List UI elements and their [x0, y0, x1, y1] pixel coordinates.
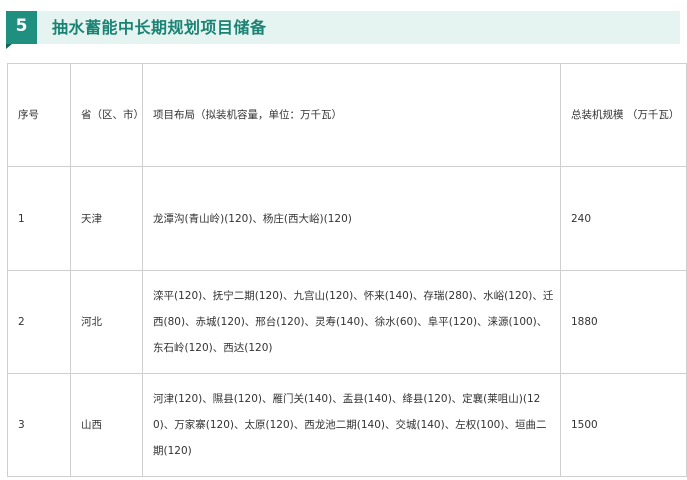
section-number-badge: 5 [6, 11, 37, 49]
cell-province: 河北 [70, 270, 143, 374]
table-row: 3 山西 河津(120)、隰县(120)、雁门关(140)、盂县(140)、绛县… [7, 373, 687, 477]
table-row: 2 河北 滦平(120)、抚宁二期(120)、九宫山(120)、怀来(140)、… [7, 270, 687, 374]
cell-layout: 滦平(120)、抚宁二期(120)、九宫山(120)、怀来(140)、存瑞(28… [142, 270, 561, 374]
cell-province: 天津 [70, 166, 143, 271]
header-seq: 序号 [7, 63, 71, 167]
section-header: 5 抽水蓄能中长期规划项目储备 [6, 11, 680, 49]
cell-layout: 河津(120)、隰县(120)、雁门关(140)、盂县(140)、绛县(120)… [142, 373, 561, 477]
cell-province: 山西 [70, 373, 143, 477]
table-row: 1 天津 龙潭沟(青山岭)(120)、杨庄(西大峪)(120) 240 [7, 166, 687, 271]
cell-layout: 龙潭沟(青山岭)(120)、杨庄(西大峪)(120) [142, 166, 561, 271]
table-header-row: 序号 省（区、市） 项目布局（拟装机容量，单位：万千瓦） 总装机规模 （万千瓦） [7, 63, 687, 167]
project-table: 序号 省（区、市） 项目布局（拟装机容量，单位：万千瓦） 总装机规模 （万千瓦）… [7, 63, 687, 477]
header-layout: 项目布局（拟装机容量，单位：万千瓦） [142, 63, 561, 167]
header-total: 总装机规模 （万千瓦） [560, 63, 687, 167]
cell-total: 240 [560, 166, 687, 271]
section-title: 抽水蓄能中长期规划项目储备 [52, 18, 267, 37]
cell-total: 1500 [560, 373, 687, 477]
cell-total: 1880 [560, 270, 687, 374]
header-province: 省（区、市） [70, 63, 144, 167]
cell-seq: 1 [7, 166, 71, 271]
cell-seq: 2 [7, 270, 71, 374]
cell-seq: 3 [7, 373, 71, 477]
